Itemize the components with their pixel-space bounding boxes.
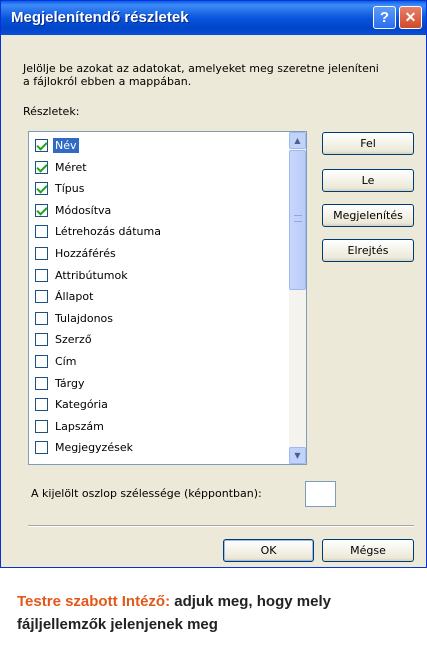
checkbox[interactable] [35,311,48,325]
list-item-label: Módosítva [55,203,112,217]
checkbox[interactable] [35,355,48,368]
column-width-input[interactable] [305,481,336,507]
scroll-thumb[interactable] [289,150,306,290]
list-item-label: Típus [55,182,85,196]
list-item-label: Attribútumok [55,268,128,282]
list-item[interactable]: Megjegyzések [35,438,133,457]
checkbox[interactable] [35,398,48,412]
caption-lead: Testre szabott Intéző: [17,593,171,610]
checkbox[interactable] [35,160,48,174]
vertical-scrollbar[interactable]: ▲ ▼ [289,132,306,464]
checkbox[interactable] [35,419,48,433]
list-item[interactable]: Kategória [35,395,108,414]
list-item[interactable]: Tárgy [35,374,84,393]
list-item[interactable]: Cím [35,352,76,371]
checkbox[interactable] [35,139,48,152]
title-bar[interactable]: Megjelenítendő részletek ? ✕ [1,1,426,35]
list-item-label: Méret [55,160,87,174]
scroll-up-arrow[interactable]: ▲ [289,132,306,149]
details-label: Részletek: [23,105,80,118]
help-button[interactable]: ? [373,6,396,29]
checkbox[interactable] [35,182,48,196]
hide-button[interactable]: Elrejtés [322,239,414,262]
show-button[interactable]: Megjelenítés [322,204,414,227]
list-item-label: Létrehozás dátuma [55,225,161,239]
list-item-label: Állapot [55,290,94,304]
cancel-button[interactable]: Mégse [322,539,414,562]
list-item[interactable]: Típus [35,179,84,198]
list-item-label: Kategória [55,398,108,412]
checkbox[interactable] [35,203,48,217]
close-button[interactable]: ✕ [399,6,422,29]
list-item[interactable]: Lapszám [35,417,104,436]
checkbox[interactable] [35,333,48,347]
list-item-label: Szerző [55,333,92,347]
separator [28,525,414,527]
column-width-label: A kijelölt oszlop szélessége (képpontban… [31,487,262,500]
checkbox[interactable] [35,247,48,260]
instruction-text: Jelölje be azokat az adatokat, amelyeket… [23,62,379,88]
list-item[interactable]: Hozzáférés [35,244,116,263]
list-item[interactable]: Módosítva [35,201,111,220]
list-item-label: Hozzáférés [55,247,116,260]
list-item[interactable]: Méret [35,158,87,177]
ok-button[interactable]: OK [223,539,314,562]
list-item-label: Lapszám [55,419,104,433]
checkbox[interactable] [35,290,48,304]
list-item[interactable]: Szerző [35,330,92,349]
list-item[interactable]: Tulajdonos [35,309,113,328]
move-up-button[interactable]: Fel [322,132,414,155]
window-title: Megjelenítendő részletek [11,9,189,26]
list-item-label: Megjegyzések [55,441,133,455]
list-item[interactable]: Létrehozás dátuma [35,222,161,241]
checkbox[interactable] [35,441,48,455]
list-item-label: Tulajdonos [55,311,114,325]
details-listbox[interactable]: Név Méret Típus Módosítva Létrehozás dátuma H… [28,131,307,465]
checkbox[interactable] [35,376,48,390]
figure-caption: Testre szabott Intéző: adjuk meg, hogy m… [17,590,417,636]
list-item-label: Cím [55,355,77,368]
list-item-label: Név [53,138,79,153]
move-down-button[interactable]: Le [322,169,414,192]
list-item-label: Tárgy [55,376,85,390]
list-item[interactable]: Állapot [35,287,93,306]
checkbox[interactable] [35,268,48,282]
dialog-window: Megjelenítendő részletek ? ✕ Jelölje be … [0,0,427,568]
list-item[interactable]: Név [35,136,79,155]
checkbox[interactable] [35,225,48,239]
scroll-down-arrow[interactable]: ▼ [289,447,306,464]
scroll-grip-icon [294,215,302,222]
list-item[interactable]: Attribútumok [35,266,128,285]
